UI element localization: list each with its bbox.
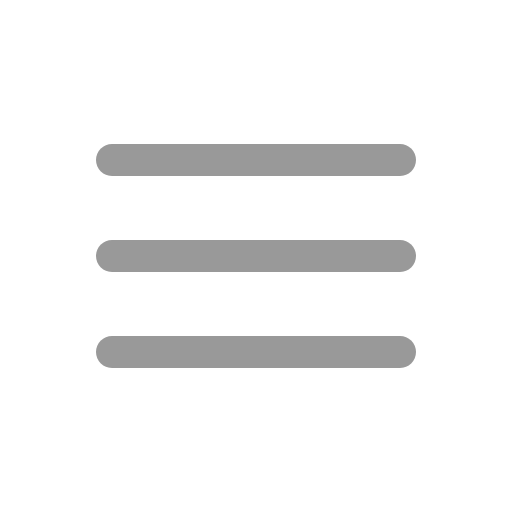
menu-bar-bottom bbox=[96, 336, 416, 368]
menu-bar-top bbox=[96, 144, 416, 176]
hamburger-menu-icon[interactable] bbox=[96, 144, 416, 368]
icon-canvas bbox=[0, 0, 512, 512]
menu-bar-middle bbox=[96, 240, 416, 272]
